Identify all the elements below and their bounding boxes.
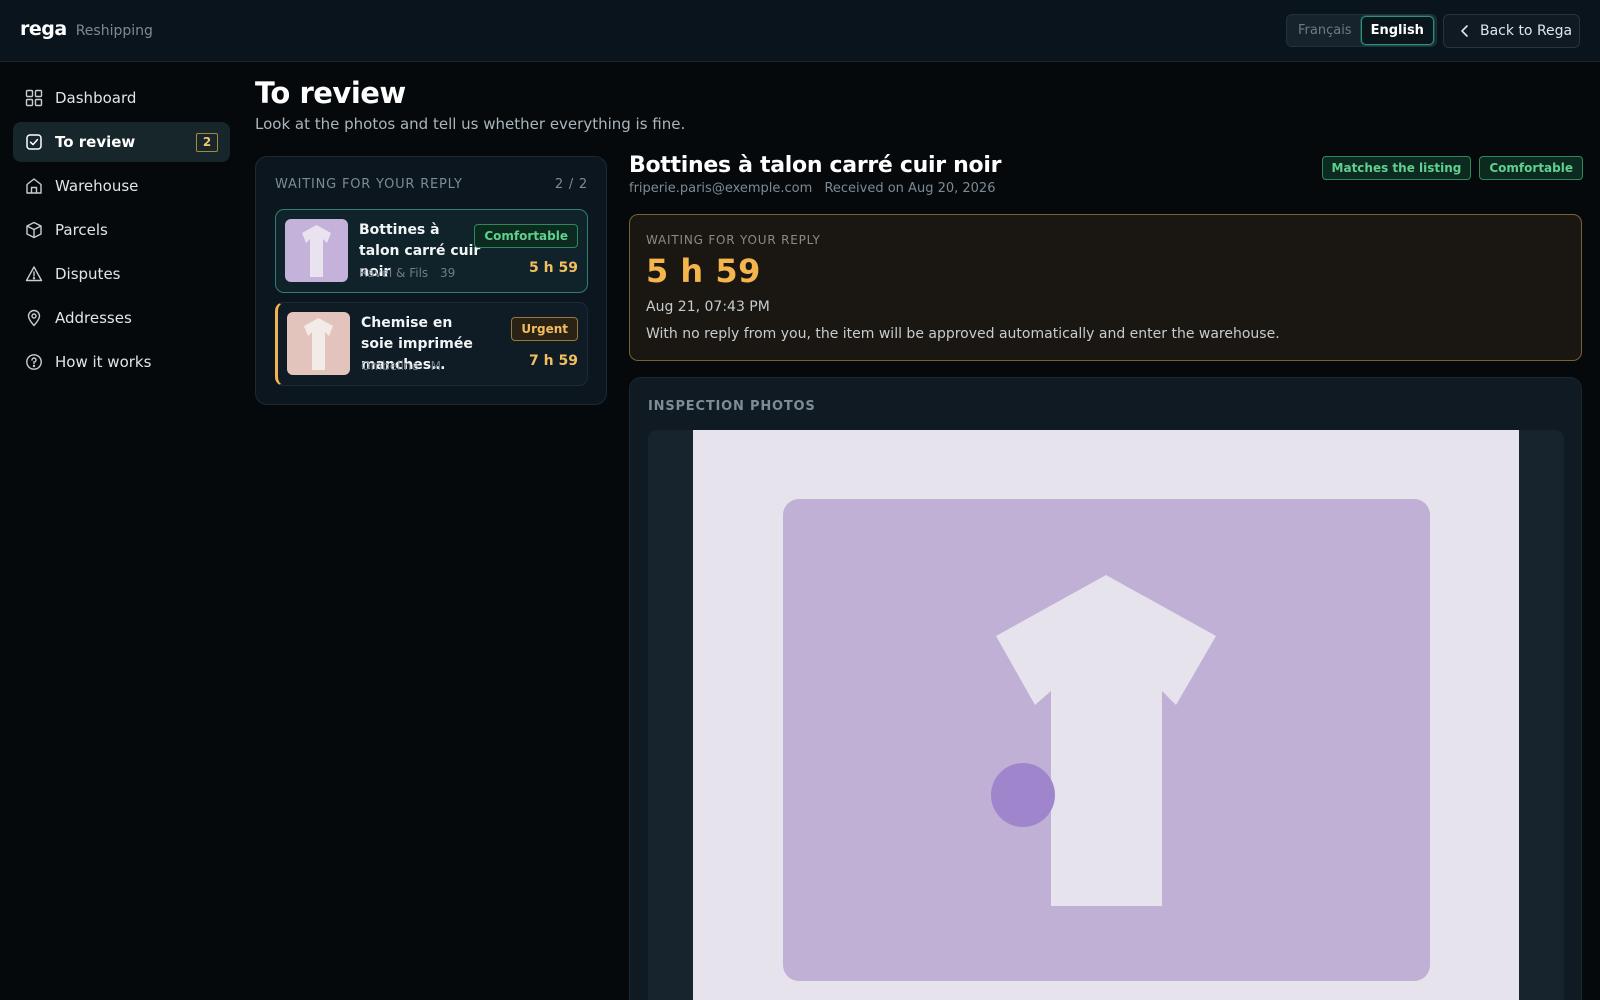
parcel-icon <box>26 221 42 239</box>
received-date: Received on Aug 20, 2026 <box>824 181 996 196</box>
shirt-icon <box>285 219 348 282</box>
item-thumbnail <box>285 219 348 282</box>
sidebar-item-disputes[interactable]: Disputes <box>13 254 230 294</box>
sidebar-item-to-review[interactable]: To review 2 <box>13 122 230 162</box>
language-french-button[interactable]: Français <box>1289 17 1361 44</box>
deadline-countdown: 5 h 59 <box>646 252 761 290</box>
language-switch: Français English <box>1286 14 1437 47</box>
section-name: Reshipping <box>75 23 153 39</box>
language-english-button[interactable]: English <box>1360 16 1434 45</box>
inspection-photos-panel: INSPECTION PHOTOS <box>629 377 1582 1000</box>
urgent-badge: Urgent <box>511 317 578 341</box>
inspection-photo-image <box>693 430 1519 1000</box>
page-subtitle: Look at the photos and tell us whether e… <box>255 115 686 133</box>
sidebar-item-label: To review <box>55 133 136 151</box>
pin-icon <box>27 309 41 327</box>
sidebar: Dashboard To review 2 Warehouse Parcels … <box>13 78 230 386</box>
back-to-rega-button[interactable]: Back to Rega <box>1443 14 1580 48</box>
item-meta: Ombeline M <box>361 359 441 373</box>
comfortable-badge: Comfortable <box>1479 156 1583 180</box>
reply-deadline-panel: WAITING FOR YOUR REPLY 5 h 59 Aug 21, 07… <box>629 214 1582 361</box>
detail-tags: Matches the listing Comfortable <box>1321 156 1583 180</box>
queue-item[interactable]: Chemise en soie imprimée manches… Ombeli… <box>275 302 588 386</box>
sidebar-item-warehouse[interactable]: Warehouse <box>13 166 230 206</box>
sidebar-item-label: Dashboard <box>55 89 137 107</box>
item-seller: Ravel & Fils <box>359 266 429 280</box>
item-seller: Ombeline <box>361 359 419 373</box>
sidebar-item-label: Warehouse <box>55 177 139 195</box>
queue-heading: WAITING FOR YOUR REPLY <box>275 177 463 192</box>
page-title: To review <box>255 76 406 110</box>
help-icon <box>26 354 42 370</box>
item-time-left: 7 h 59 <box>529 353 578 369</box>
sidebar-item-how-it-works[interactable]: How it works <box>13 342 230 382</box>
sidebar-item-dashboard[interactable]: Dashboard <box>13 78 230 118</box>
item-size: 39 <box>440 266 456 280</box>
queue-header: WAITING FOR YOUR REPLY 2 / 2 <box>275 177 588 192</box>
shirt-icon <box>287 312 350 375</box>
deadline-note: With no reply from you, the item will be… <box>646 326 1280 342</box>
seller-email: friperie.paris@exemple.com <box>629 181 813 196</box>
sidebar-item-label: How it works <box>55 353 152 371</box>
photos-label: INSPECTION PHOTOS <box>648 399 816 414</box>
top-bar: rega Reshipping Français English Back to… <box>0 0 1600 62</box>
dashboard-icon <box>25 89 43 107</box>
sidebar-item-label: Addresses <box>55 309 132 327</box>
brand[interactable]: rega Reshipping <box>20 18 153 40</box>
item-detail-meta: friperie.paris@exemple.com Received on A… <box>629 181 995 196</box>
inspection-photo[interactable] <box>693 430 1519 1000</box>
item-thumbnail <box>287 312 350 375</box>
chevron-left-icon <box>1461 25 1468 37</box>
warehouse-icon <box>26 178 42 194</box>
deadline-label: WAITING FOR YOUR REPLY <box>646 233 821 247</box>
item-size: M <box>430 359 441 373</box>
sidebar-item-label: Parcels <box>55 221 108 239</box>
queue-count: 2 / 2 <box>554 177 588 192</box>
review-icon <box>26 134 42 150</box>
review-queue: WAITING FOR YOUR REPLY 2 / 2 Bottines à … <box>255 156 607 405</box>
sidebar-item-addresses[interactable]: Addresses <box>13 298 230 338</box>
item-detail-title: Bottines à talon carré cuir noir <box>629 153 1002 178</box>
photo-viewer <box>648 430 1564 1000</box>
sidebar-item-label: Disputes <box>55 265 121 283</box>
comfortable-badge: Comfortable <box>474 224 578 248</box>
item-time-left: 5 h 59 <box>529 260 578 276</box>
matches-listing-badge: Matches the listing <box>1321 156 1472 180</box>
sidebar-item-parcels[interactable]: Parcels <box>13 210 230 250</box>
item-meta: Ravel & Fils 39 <box>359 266 455 280</box>
review-count-badge: 2 <box>196 133 218 152</box>
rega-logo: rega <box>20 18 67 40</box>
queue-item[interactable]: Bottines à talon carré cuir noir Ravel &… <box>275 209 588 293</box>
warning-icon <box>25 266 43 282</box>
back-to-rega-label: Back to Rega <box>1480 23 1573 39</box>
deadline-date: Aug 21, 07:43 PM <box>646 299 770 315</box>
